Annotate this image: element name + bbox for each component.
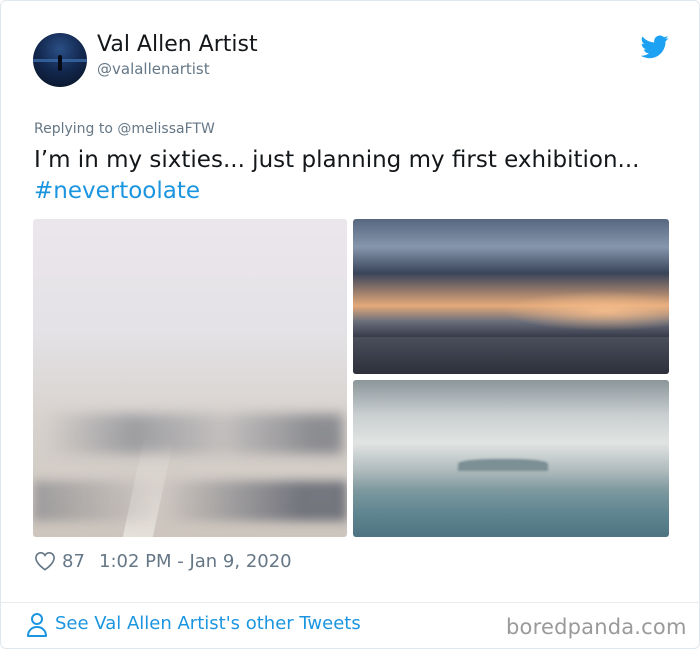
island: [458, 459, 548, 471]
tweet-body: I’m in my sixties... just planning my fi…: [34, 147, 640, 173]
avatar[interactable]: [33, 33, 87, 87]
paint-stroke: [43, 414, 343, 454]
media-image-1[interactable]: [33, 219, 347, 537]
author-name[interactable]: Val Allen Artist: [97, 32, 258, 57]
divider: [1, 602, 699, 603]
hashtag-link[interactable]: #nevertoolate: [34, 178, 200, 204]
person-icon[interactable]: [26, 612, 48, 638]
replying-to: Replying to @melissaFTW: [34, 121, 215, 137]
author-handle[interactable]: @valallenartist: [97, 60, 210, 78]
media-image-2[interactable]: [353, 219, 669, 374]
timestamp[interactable]: 1:02 PM - Jan 9, 2020: [99, 551, 292, 572]
tweet-text: I’m in my sixties... just planning my fi…: [34, 145, 674, 207]
sea: [353, 337, 669, 374]
heart-icon[interactable]: [34, 551, 56, 571]
watermark: boredpanda.com: [506, 615, 687, 639]
sunset-glow: [503, 291, 669, 331]
like-count: 87: [62, 551, 85, 572]
replying-to-link[interactable]: @melissaFTW: [117, 121, 214, 137]
tweet-card: Val Allen Artist @valallenartist Replyin…: [0, 0, 700, 649]
avatar-figure: [58, 55, 62, 71]
paint-stroke: [33, 481, 347, 521]
replying-prefix: Replying to: [34, 121, 113, 137]
see-other-tweets-link[interactable]: See Val Allen Artist's other Tweets: [55, 613, 361, 634]
twitter-bird-icon[interactable]: [641, 35, 669, 59]
media-image-3[interactable]: [353, 380, 669, 537]
